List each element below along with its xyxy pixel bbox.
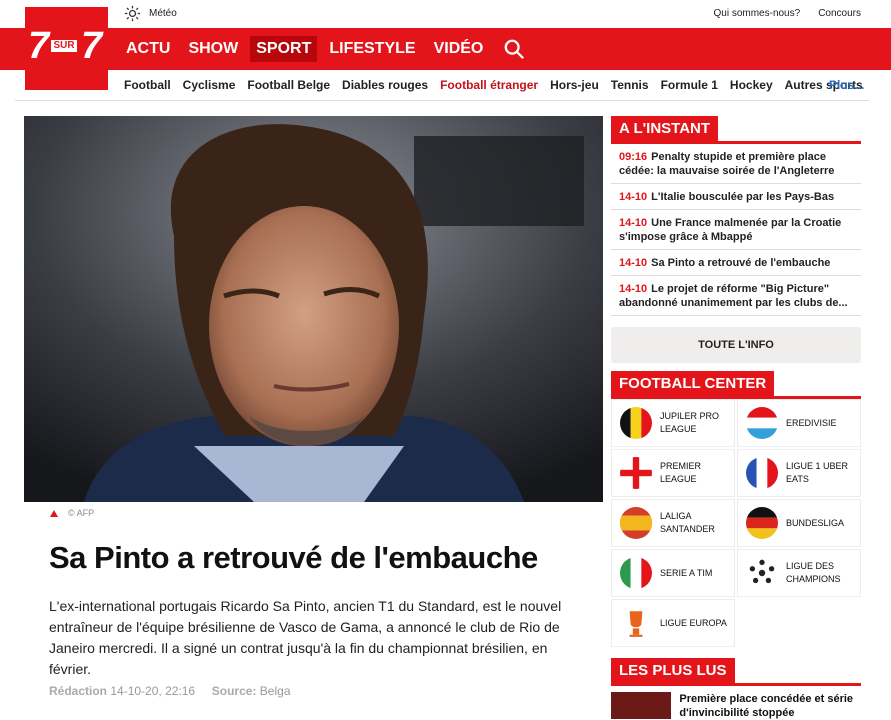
subnav-cyclisme[interactable]: Cyclisme [183, 78, 236, 92]
most-read-header: LES PLUS LUS [611, 658, 861, 686]
author-label: Rédaction [49, 684, 108, 698]
source-label: Source: [211, 684, 257, 698]
football-center-header: FOOTBALL CENTER [611, 371, 861, 399]
league-serie-a[interactable]: SERIE A TIM [611, 549, 735, 597]
subnav-formule-1[interactable]: Formule 1 [661, 78, 718, 92]
league-eredivisie[interactable]: EREDIVISIE [737, 399, 861, 447]
subnav-football[interactable]: Football [124, 78, 171, 92]
search-icon[interactable] [503, 38, 525, 60]
france-flag-icon [746, 457, 778, 489]
list-item[interactable]: Première place concédée et série d'invin… [611, 692, 861, 719]
divider [15, 100, 869, 101]
all-info-button[interactable]: TOUTE L'INFO [611, 327, 861, 363]
logo-seven-right: 7 [81, 25, 103, 67]
logo-sur: SUR [51, 40, 77, 52]
weather-label: Météo [149, 8, 177, 19]
portrait-photo [24, 116, 603, 502]
list-item[interactable]: 14-10 Sa Pinto a retrouvé de l'embauche [611, 250, 861, 276]
nav-video[interactable]: VIDÉO [428, 36, 490, 62]
subnav-more-link[interactable]: Plus... [829, 78, 864, 92]
subnav-tennis[interactable]: Tennis [611, 78, 649, 92]
spain-flag-icon [620, 507, 652, 539]
subnav-football-etranger[interactable]: Football étranger [440, 78, 538, 92]
list-item[interactable]: 14-10 L'Italie bousculée par les Pays-Bas [611, 184, 861, 210]
league-champions[interactable]: LIGUE DES CHAMPIONS [737, 549, 861, 597]
article-hero-image[interactable] [24, 116, 603, 502]
image-credit: © AFP [50, 508, 94, 518]
football-center: JUPILER PRO LEAGUE EREDIVISIE PREMIER LE… [611, 399, 861, 647]
europa-league-trophy-icon [620, 607, 652, 639]
article-meta: Rédaction 14-10-20, 22:16 Source: Belga [49, 684, 291, 698]
about-link[interactable]: Qui sommes-nous? [713, 8, 800, 19]
thumbnail-image [611, 692, 672, 719]
subnav-diables-rouges[interactable]: Diables rouges [342, 78, 428, 92]
most-read-heading: LES PLUS LUS [611, 658, 735, 683]
league-ligue1[interactable]: LIGUE 1 UBER EATS [737, 449, 861, 497]
instant-list: 09:16 Penalty stupide et première place c… [611, 144, 861, 316]
site-logo[interactable]: 7 SUR 7 [25, 7, 108, 90]
most-read-title: Première place concédée et série d'invin… [679, 693, 854, 719]
list-item[interactable]: 14-10 Le projet de réforme "Big Picture" … [611, 276, 861, 316]
champions-league-ball-icon [746, 557, 778, 589]
contest-link[interactable]: Concours [818, 8, 861, 19]
subnav-hockey[interactable]: Hockey [730, 78, 773, 92]
list-item[interactable]: 09:16 Penalty stupide et première place c… [611, 144, 861, 184]
article-source: Belga [259, 684, 291, 698]
credit-text: © AFP [68, 508, 95, 518]
nav-lifestyle[interactable]: LIFESTYLE [323, 36, 421, 62]
nav-show[interactable]: SHOW [182, 36, 244, 62]
nav-sport[interactable]: SPORT [250, 36, 318, 62]
caption-toggle-icon[interactable] [50, 509, 58, 517]
subnav-hors-jeu[interactable]: Hors-jeu [550, 78, 599, 92]
league-jupiler[interactable]: JUPILER PRO LEAGUE [611, 399, 735, 447]
list-item[interactable]: 14-10 Une France malmenée par la Croatie … [611, 210, 861, 250]
league-laliga[interactable]: LALIGA SANTANDER [611, 499, 735, 547]
instant-heading: A L'INSTANT [611, 116, 719, 141]
sport-subnav: Football Cyclisme Football Belge Diables… [124, 70, 864, 100]
league-premier[interactable]: PREMIER LEAGUE [611, 449, 735, 497]
main-nav: ACTU SHOW SPORT LIFESTYLE VIDÉO [120, 28, 525, 70]
instant-section: A L'INSTANT 09:16 Penalty stupide et prem… [611, 116, 861, 316]
article-title: Sa Pinto a retrouvé de l'embauche [49, 540, 538, 575]
luxembourg-flag-icon [746, 407, 778, 439]
league-bundesliga[interactable]: BUNDESLIGA [737, 499, 861, 547]
article-date: 14-10-20, 22:16 [110, 684, 196, 698]
italy-flag-icon [620, 557, 652, 589]
logo-seven-left: 7 [28, 25, 50, 67]
league-europa[interactable]: LIGUE EUROPA [611, 599, 735, 647]
football-center-heading: FOOTBALL CENTER [611, 371, 775, 396]
nav-actu[interactable]: ACTU [120, 36, 176, 62]
belgium-flag-icon [620, 407, 652, 439]
article-lead: L'ex-international portugais Ricardo Sa … [49, 598, 562, 677]
germany-flag-icon [746, 507, 778, 539]
weather-link[interactable]: Météo [124, 5, 177, 22]
england-flag-icon [620, 457, 652, 489]
subnav-football-belge[interactable]: Football Belge [247, 78, 330, 92]
sun-icon [124, 5, 141, 22]
top-utility-bar: Météo Qui sommes-nous? Concours [0, 0, 891, 28]
